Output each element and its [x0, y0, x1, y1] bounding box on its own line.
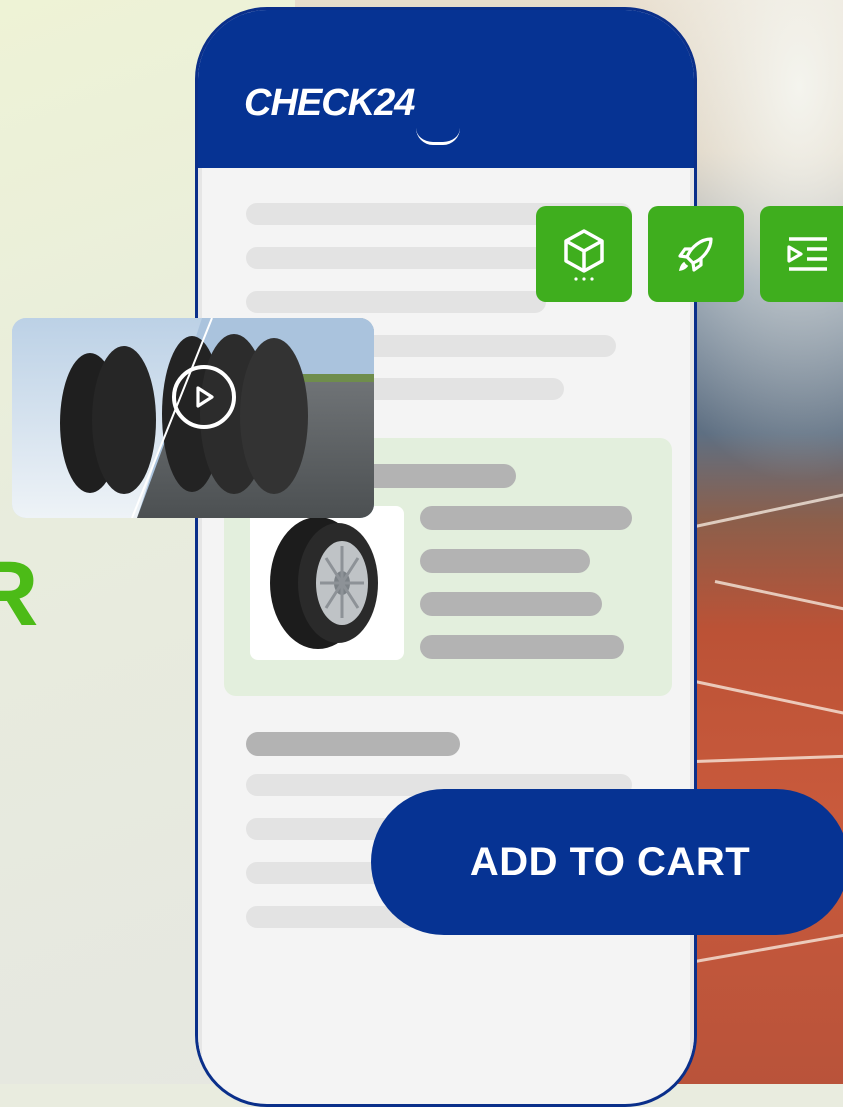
rocket-icon: [678, 237, 713, 272]
headline-partial-letter: R: [0, 543, 39, 645]
section-title-line: [246, 732, 460, 756]
play-icon: [196, 386, 214, 408]
logo-swoosh: [416, 128, 460, 145]
tire-video-thumbnail[interactable]: [12, 318, 374, 518]
placeholder-line: [246, 291, 546, 313]
package-icon-button[interactable]: [536, 206, 632, 302]
phone-content: [198, 168, 694, 1104]
product-detail-line: [420, 506, 632, 530]
check24-logo: CHECK24: [244, 82, 415, 124]
placeholder-line: [246, 247, 576, 269]
phone-mockup: CHECK24: [195, 7, 697, 1107]
product-detail-line: [420, 635, 624, 659]
list-icon-button[interactable]: [760, 206, 843, 302]
product-detail-line: [420, 549, 590, 573]
add-to-cart-button[interactable]: ADD TO CART: [371, 789, 843, 935]
list-icon: [787, 237, 827, 271]
play-button[interactable]: [172, 365, 236, 429]
phone-header: CHECK24: [198, 10, 694, 168]
package-icon: [564, 229, 604, 281]
tire-image: [250, 506, 404, 660]
rocket-icon-button[interactable]: [648, 206, 744, 302]
product-detail-line: [420, 592, 602, 616]
